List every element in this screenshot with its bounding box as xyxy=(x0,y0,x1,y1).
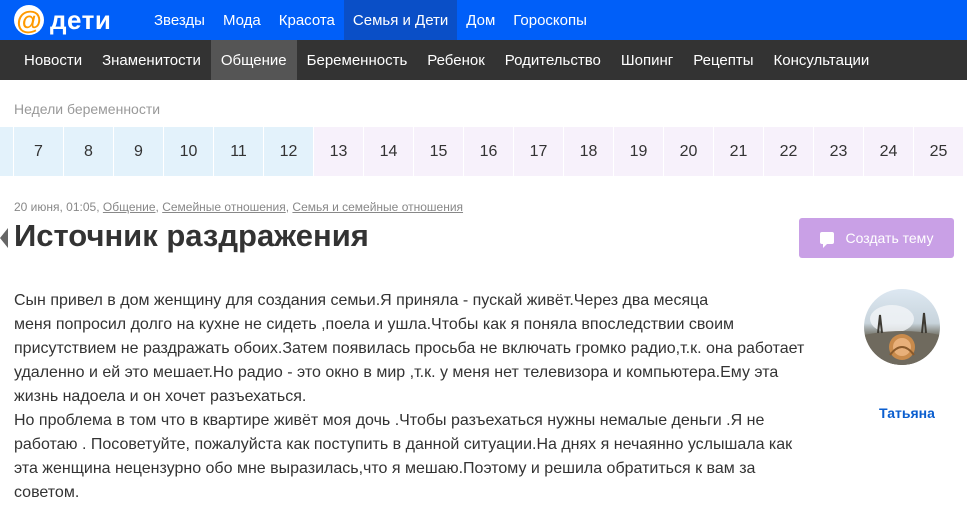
post-line: Но проблема в том что в квартире живёт м… xyxy=(14,412,765,429)
subnav-shopping[interactable]: Шопинг xyxy=(611,40,683,80)
topnav-stars[interactable]: Звезды xyxy=(145,0,214,40)
week-item[interactable]: 18 xyxy=(564,127,613,176)
week-item[interactable]: 21 xyxy=(714,127,763,176)
category-link[interactable]: Семейные отношения xyxy=(162,200,286,214)
topnav-home[interactable]: Дом xyxy=(457,0,504,40)
week-item[interactable]: 22 xyxy=(764,127,813,176)
week-item[interactable]: 8 xyxy=(64,127,113,176)
post-line: жизнь надоела и он хочет разъехаться. xyxy=(14,388,307,405)
week-item[interactable]: 20 xyxy=(664,127,713,176)
category-link[interactable]: Общение xyxy=(103,200,156,214)
post-title: Источник раздражения xyxy=(14,218,369,253)
subnav-celebrities[interactable]: Знаменитости xyxy=(92,40,211,80)
post-line: советом. xyxy=(14,484,80,501)
category-link[interactable]: Семья и семейные отношения xyxy=(292,200,463,214)
post-date: 20 июня, 01:05, xyxy=(14,200,100,214)
week-item[interactable]: 10 xyxy=(164,127,213,176)
pregnancy-weeks-strip: 7 8 9 10 11 12 13 14 15 16 17 18 19 20 2… xyxy=(0,127,964,176)
post-line: присутствием не раздражать обоих.Затем п… xyxy=(14,340,805,357)
chat-bubble-icon xyxy=(819,232,834,248)
topnav-beauty[interactable]: Красота xyxy=(270,0,344,40)
top-navigation-bar: @ дети Звезды Мода Красота Семья и Дети … xyxy=(0,0,967,40)
topnav-family[interactable]: Семья и Дети xyxy=(343,0,458,40)
post-line: меня попросил долго на кухне не сидеть ,… xyxy=(14,316,735,333)
week-item[interactable]: 24 xyxy=(864,127,913,176)
topnav-fashion[interactable]: Мода xyxy=(214,0,270,40)
week-item[interactable]: 12 xyxy=(264,127,313,176)
week-partial-left xyxy=(0,127,13,176)
back-arrow-icon[interactable] xyxy=(0,228,8,248)
pregnancy-weeks-label: Недели беременности xyxy=(14,101,161,117)
topnav-horoscopes[interactable]: Гороскопы xyxy=(504,0,596,40)
site-logo[interactable]: @ дети xyxy=(0,0,145,40)
post-line: эта женщина нецензурно обо мне выразилас… xyxy=(14,460,756,477)
post-line: удаленно и ей это мешает.Но радио - это … xyxy=(14,364,779,381)
week-item[interactable]: 16 xyxy=(464,127,513,176)
week-item[interactable]: 23 xyxy=(814,127,863,176)
subnav-news[interactable]: Новости xyxy=(14,40,92,80)
subnav-consultations[interactable]: Консультации xyxy=(763,40,879,80)
post-line: работаю . Посоветуйте, пожалуйста как по… xyxy=(14,436,793,453)
create-topic-label: Создать тему xyxy=(845,230,934,246)
avatar-photo-icon xyxy=(864,305,940,365)
subnav-pregnancy[interactable]: Беременность xyxy=(297,40,418,80)
author-name[interactable]: Татьяна xyxy=(879,405,935,421)
week-item[interactable]: 15 xyxy=(414,127,463,176)
week-item[interactable]: 7 xyxy=(14,127,63,176)
week-item[interactable]: 14 xyxy=(364,127,413,176)
week-item[interactable]: 19 xyxy=(614,127,663,176)
week-item[interactable]: 9 xyxy=(114,127,163,176)
create-topic-button[interactable]: Создать тему xyxy=(799,218,954,258)
week-item[interactable]: 11 xyxy=(214,127,263,176)
logo-at-icon: @ xyxy=(14,5,44,35)
post-body: Сын привел в дом женщину для создания се… xyxy=(14,289,859,505)
post-line: Сын привел в дом женщину для создания се… xyxy=(14,292,709,309)
subnav-recipes[interactable]: Рецепты xyxy=(683,40,763,80)
subnav-parenting[interactable]: Родительство xyxy=(495,40,611,80)
week-item[interactable]: 25 xyxy=(914,127,963,176)
post-meta: 20 июня, 01:05, Общение, Семейные отноше… xyxy=(14,200,464,214)
top-nav: Звезды Мода Красота Семья и Дети Дом Гор… xyxy=(145,0,596,40)
subnav-child[interactable]: Ребенок xyxy=(417,40,494,80)
section-navigation-bar: Новости Знаменитости Общение Беременност… xyxy=(0,40,967,80)
week-item[interactable]: 17 xyxy=(514,127,563,176)
week-item[interactable]: 13 xyxy=(314,127,363,176)
author-avatar[interactable] xyxy=(864,289,940,365)
subnav-communication[interactable]: Общение xyxy=(210,40,297,80)
logo-text: дети xyxy=(50,4,112,35)
